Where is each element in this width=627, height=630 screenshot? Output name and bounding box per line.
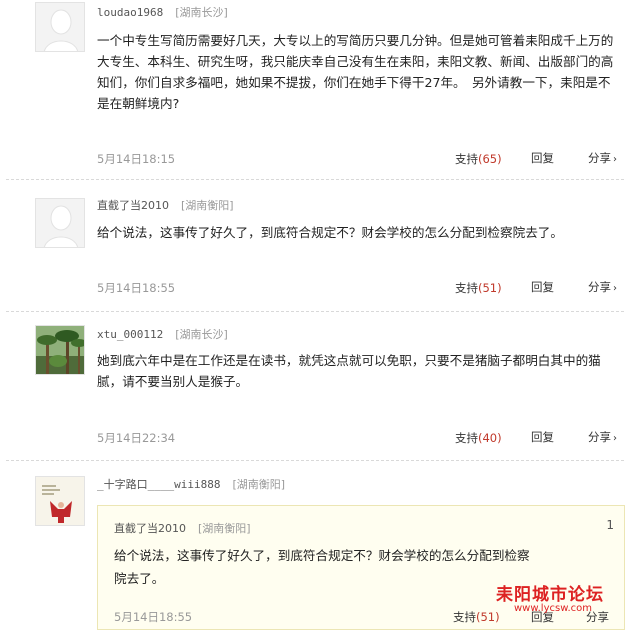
comment-time: 5月14日18:55 <box>97 281 176 295</box>
reply-button[interactable]: 回复 <box>531 150 554 166</box>
quote-support-label: 支持 <box>453 610 476 624</box>
watermark-url: www.lycsw.com <box>514 603 592 614</box>
default-avatar-icon <box>36 3 84 51</box>
user-location: [湖南长沙] <box>175 328 228 341</box>
user-location: [湖南衡阳] <box>232 478 286 491</box>
username-link[interactable]: loudao1968 <box>97 6 163 19</box>
comment-divider <box>6 460 624 461</box>
support-count: (40) <box>478 431 502 445</box>
share-button[interactable]: 分享 › <box>588 429 617 445</box>
quote-time: 5月14日18:55 <box>114 610 193 624</box>
user-location: [湖南长沙] <box>175 6 228 19</box>
support-label: 支持 <box>455 281 478 295</box>
comment-user-line: _十字路口____wiii888 [湖南衡阳] <box>97 478 285 492</box>
comment-text: 她到底六年中是在工作还是在读书，就凭这点就可以免职，只要不是猪脑子都明白其中的猫… <box>97 353 601 389</box>
site-watermark: 耒阳城市论坛 www.lycsw.com <box>496 580 626 622</box>
quote-user-line: 直截了当2010 [湖南衡阳] <box>114 520 251 536</box>
support-label: 支持 <box>455 431 478 445</box>
avatar[interactable] <box>35 476 85 526</box>
chevron-right-icon: › <box>613 154 617 165</box>
support-count: (51) <box>478 281 502 295</box>
red-figure-photo-icon <box>36 477 84 525</box>
comment-divider <box>6 311 624 312</box>
quote-support-button[interactable]: 支持(51) <box>453 609 500 625</box>
user-location: [湖南衡阳] <box>181 199 234 212</box>
share-button[interactable]: 分享 › <box>588 279 617 295</box>
share-label: 分享 <box>588 430 611 444</box>
comment-divider <box>6 179 624 180</box>
support-label: 支持 <box>455 152 478 166</box>
support-button[interactable]: 支持(65) <box>455 151 502 167</box>
chevron-right-icon: › <box>613 283 617 294</box>
comment-text: 一个中专生写简历需要好几天，大专以上的写简历只要几分钟。但是她可管着耒阳成千上万… <box>97 33 614 111</box>
comment-text: 给个说法，这事传了好久了，到底符合规定不？财会学校的怎么分配到检察院去了。 <box>97 225 563 240</box>
chevron-right-icon: › <box>613 433 617 444</box>
support-count: (65) <box>478 152 502 166</box>
reply-button[interactable]: 回复 <box>531 279 554 295</box>
share-button[interactable]: 分享 › <box>588 150 617 166</box>
comment-user-line: 直截了当2010 [湖南衡阳] <box>97 199 234 213</box>
support-button[interactable]: 支持(40) <box>455 430 502 446</box>
comment-user-line: loudao1968 [湖南长沙] <box>97 6 228 20</box>
quote-username-link[interactable]: 直截了当2010 <box>114 522 186 535</box>
username-link[interactable]: _十字路口____wiii888 <box>97 478 220 491</box>
default-avatar-icon <box>36 199 84 247</box>
quote-floor-number: 1 <box>606 518 614 532</box>
reply-button[interactable]: 回复 <box>531 429 554 445</box>
quote-user-location: [湖南衡阳] <box>198 522 251 535</box>
avatar[interactable] <box>35 198 85 248</box>
comment-time: 5月14日18:15 <box>97 152 176 166</box>
share-label: 分享 <box>588 151 611 165</box>
username-link[interactable]: xtu_000112 <box>97 328 163 341</box>
share-label: 分享 <box>588 280 611 294</box>
avatar[interactable] <box>35 325 85 375</box>
comment-time: 5月14日22:34 <box>97 431 176 445</box>
avatar[interactable] <box>35 2 85 52</box>
palm-trees-photo-icon <box>36 326 84 374</box>
support-button[interactable]: 支持(51) <box>455 280 502 296</box>
quote-text: 给个说法，这事传了好久了，到底符合规定不？财会学校的怎么分配到检察院去了。 <box>114 548 530 586</box>
comment-user-line: xtu_000112 [湖南长沙] <box>97 328 228 342</box>
username-link[interactable]: 直截了当2010 <box>97 199 169 212</box>
watermark-title: 耒阳城市论坛 <box>496 585 604 605</box>
